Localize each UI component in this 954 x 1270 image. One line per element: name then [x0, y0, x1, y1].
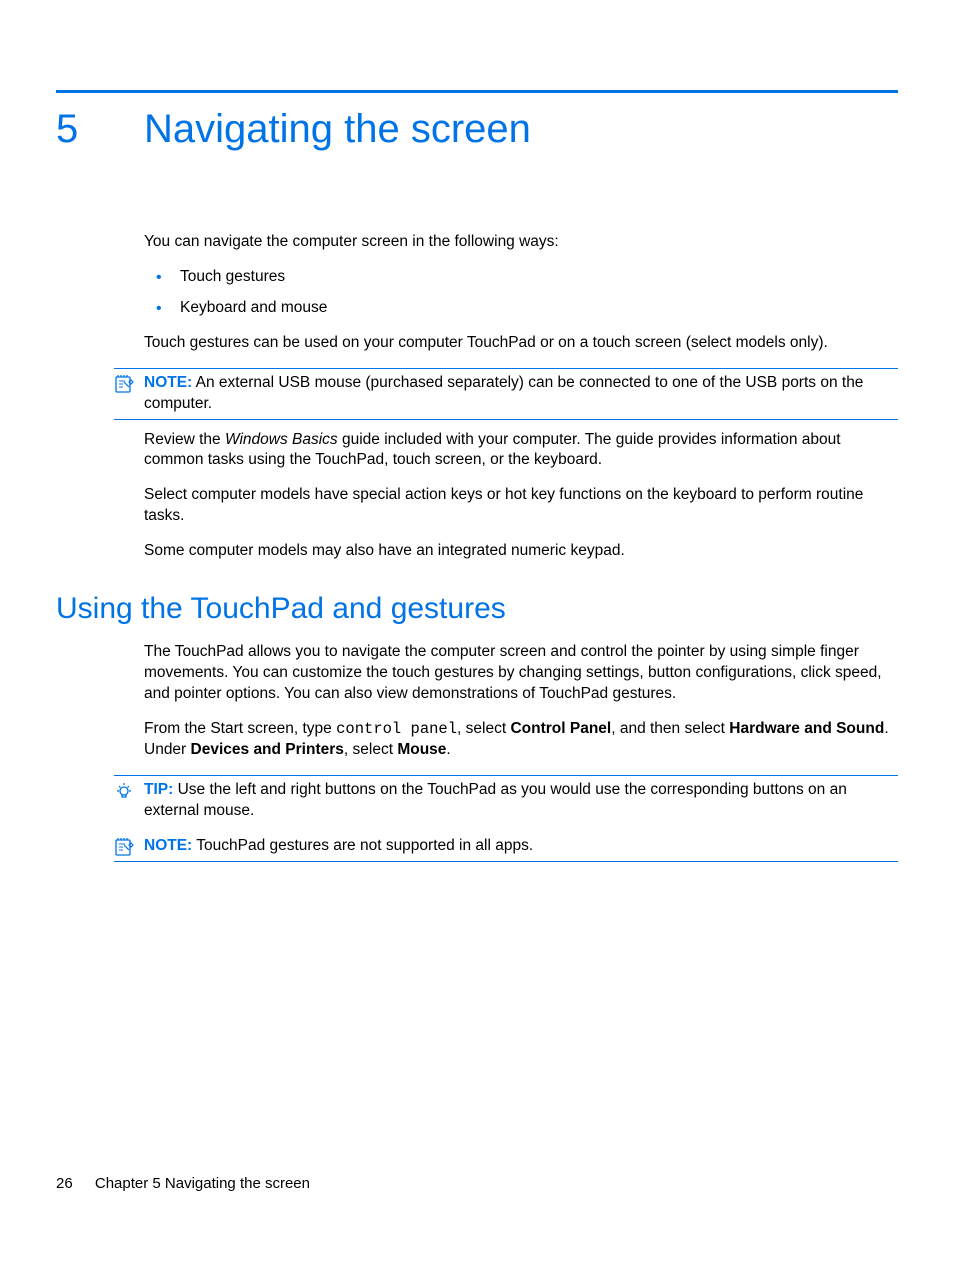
- some-paragraph: Some computer models may also have an in…: [144, 541, 898, 562]
- section-block: The TouchPad allows you to navigate the …: [144, 642, 898, 761]
- mid-block: Review the Windows Basics guide included…: [144, 430, 898, 563]
- note-text: An external USB mouse (purchased separat…: [144, 374, 863, 412]
- review-paragraph: Review the Windows Basics guide included…: [144, 430, 898, 472]
- note-callout-2: NOTE: TouchPad gestures are not supporte…: [114, 832, 898, 862]
- note-label: NOTE:: [144, 837, 192, 854]
- chapter-header: 5 Navigating the screen: [56, 107, 898, 152]
- tip-text: Use the left and right buttons on the To…: [144, 781, 847, 819]
- intro-block: You can navigate the computer screen in …: [144, 232, 898, 354]
- top-rule: [56, 90, 898, 93]
- note-icon: [114, 836, 144, 857]
- note-text: TouchPad gestures are not supported in a…: [196, 837, 533, 854]
- tip-icon: [114, 780, 144, 801]
- tip-label: TIP:: [144, 781, 173, 798]
- select-paragraph: Select computer models have special acti…: [144, 485, 898, 527]
- tip-callout: TIP: Use the left and right buttons on t…: [114, 775, 898, 826]
- note-label: NOTE:: [144, 374, 192, 391]
- note-icon: [114, 373, 144, 394]
- page-footer: 26 Chapter 5 Navigating the screen: [56, 1175, 310, 1192]
- note-callout: NOTE: An external USB mouse (purchased s…: [114, 368, 898, 420]
- touchpad-paragraph: The TouchPad allows you to navigate the …: [144, 642, 898, 705]
- touch-paragraph: Touch gestures can be used on your compu…: [144, 333, 898, 354]
- footer-text: Chapter 5 Navigating the screen: [95, 1175, 310, 1192]
- intro-text: You can navigate the computer screen in …: [144, 232, 898, 253]
- chapter-title: Navigating the screen: [144, 107, 531, 152]
- start-paragraph: From the Start screen, type control pane…: [144, 719, 898, 761]
- section-heading: Using the TouchPad and gestures: [56, 592, 898, 626]
- list-item: Touch gestures: [144, 267, 898, 288]
- page-number: 26: [56, 1175, 73, 1192]
- chapter-number: 5: [56, 107, 144, 152]
- list-item: Keyboard and mouse: [144, 298, 898, 319]
- bullet-list: Touch gestures Keyboard and mouse: [144, 267, 898, 319]
